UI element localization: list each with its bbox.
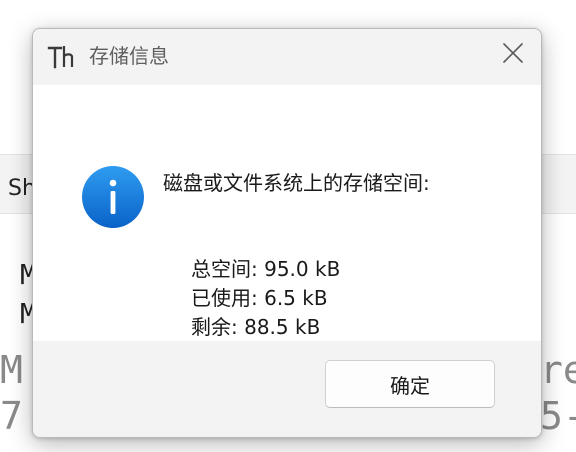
dialog-title: 存储信息 [89, 44, 169, 68]
close-button[interactable] [485, 29, 541, 81]
total-space-text: 总空间: 95.0 kB [191, 257, 341, 281]
used-space-text: 已使用: 6.5 kB [191, 286, 328, 310]
storage-info-dialog: 存储信息 磁盘或文件系统上的存储空间: 总空间: 95.0 kB 已使用: 6.… [32, 28, 542, 438]
background-code-fragment: re [540, 348, 576, 392]
dialog-titlebar[interactable]: 存储信息 [33, 29, 541, 85]
ok-button[interactable]: 确定 [325, 360, 495, 408]
message-heading: 磁盘或文件系统上的存储空间: [163, 171, 430, 195]
storage-details: 总空间: 95.0 kB 已使用: 6.5 kB 剩余: 88.5 kB [191, 255, 340, 342]
background-code-line: M [0, 348, 23, 392]
dialog-content: 磁盘或文件系统上的存储空间: 总空间: 95.0 kB 已使用: 6.5 kB … [33, 85, 541, 341]
info-icon [81, 165, 145, 229]
background-code-fragment: 5- [540, 394, 576, 438]
dialog-footer: 确定 [33, 341, 541, 437]
app-logo-icon [47, 43, 75, 71]
close-icon [502, 42, 524, 68]
background-code-line: 7 [0, 394, 23, 438]
free-space-text: 剩余: 88.5 kB [191, 315, 321, 339]
